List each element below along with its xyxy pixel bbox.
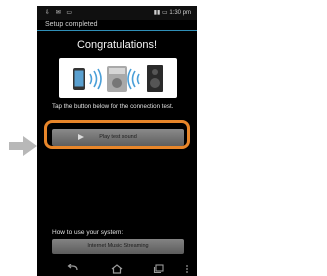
connection-illustration [59, 58, 177, 98]
navigation-bar [37, 262, 197, 276]
stream-button-label: Internet Music Streaming [87, 243, 149, 249]
headline: Congratulations! [76, 39, 158, 51]
signal-icon: ▮▮ [153, 10, 161, 16]
home-icon[interactable] [111, 264, 123, 274]
internet-music-streaming-button[interactable]: Internet Music Streaming [52, 239, 184, 254]
battery-icon: ▭ [161, 10, 168, 16]
highlight-frame [44, 120, 190, 149]
speaker-icon [147, 65, 163, 92]
smartphone-icon [73, 68, 85, 90]
screen-title: Setup completed [45, 21, 98, 28]
status-bar: ⇩ ✉ ▭ ▮▮ ▭ 1:30 pm [37, 6, 197, 20]
how-to-label: How to use your system: [52, 229, 124, 236]
wave-icon [89, 68, 102, 90]
recent-apps-icon[interactable] [153, 264, 165, 274]
clock: 1:30 pm [169, 10, 191, 16]
notification-icons: ⇩ ✉ ▭ [45, 10, 75, 16]
instruction-text: Tap the button below for the connection … [52, 103, 174, 110]
menu-icon[interactable] [184, 264, 190, 274]
back-icon[interactable] [67, 264, 79, 274]
speaker-device-icon [107, 66, 127, 92]
pointer-arrow-icon [9, 136, 37, 156]
status-indicators: ▮▮ ▭ 1:30 pm [154, 9, 191, 16]
title-divider [37, 30, 197, 31]
wave-icon [127, 68, 140, 90]
